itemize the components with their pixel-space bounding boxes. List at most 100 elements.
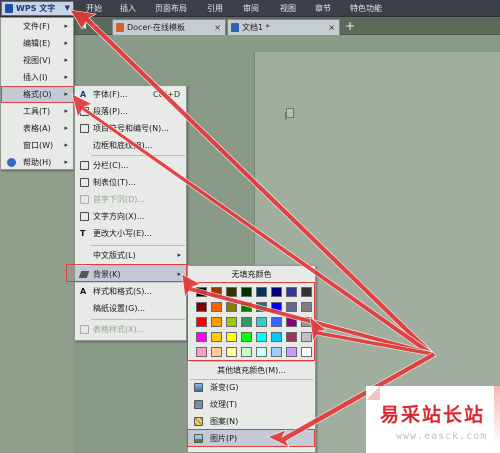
- menu-item-label: 样式和格式(S)...: [93, 287, 152, 296]
- watermark-side-bar: [494, 386, 500, 446]
- watermark-corner-fold: [366, 386, 380, 400]
- paste-options-icon[interactable]: [286, 108, 294, 118]
- tab-home[interactable]: 开始: [86, 0, 102, 17]
- menu-separator: [91, 319, 185, 320]
- menu-item-label: 表格样式(X)...: [93, 325, 145, 334]
- menu-item-label: 视图(V): [23, 56, 51, 65]
- styles-icon: A: [80, 287, 87, 296]
- menu-item-text-direction[interactable]: 文字方向(X)...: [75, 208, 186, 225]
- submenu-arrow-icon: ▸: [64, 39, 68, 47]
- menu-item-label: 更改大小写(E)...: [93, 229, 152, 238]
- menu-separator: [91, 155, 185, 156]
- menu-item-manuscript-settings[interactable]: 稿纸设置(G)...: [75, 300, 186, 317]
- menu-item-drop-cap: 首字下沉(D)...: [75, 191, 186, 208]
- document-tab-strip: ◀ ▶ Docer-在线模板 × 文档1 * × +: [74, 17, 500, 35]
- drop-cap-icon: [80, 195, 89, 204]
- tab-document1[interactable]: 文档1 * ×: [227, 19, 340, 35]
- menu-item-insert[interactable]: 插入(I) ▸: [1, 69, 73, 86]
- tab-insert[interactable]: 插入: [120, 0, 136, 17]
- shortcut-label: Ctrl+D: [153, 90, 181, 99]
- menu-item-edit[interactable]: 编辑(E) ▸: [1, 35, 73, 52]
- new-tab-button[interactable]: +: [345, 18, 355, 34]
- menu-item-view[interactable]: 视图(V) ▸: [1, 52, 73, 69]
- tab-label: 文档1 *: [242, 23, 270, 32]
- menu-item-table[interactable]: 表格(A) ▸: [1, 120, 73, 137]
- text-direction-icon: [80, 212, 89, 221]
- tab-label: Docer-在线模板: [127, 23, 186, 32]
- menu-item-pattern[interactable]: 图案(N): [188, 413, 315, 430]
- menu-item-columns[interactable]: 分栏(C)...: [75, 157, 186, 174]
- submenu-arrow-icon: ▸: [177, 251, 181, 259]
- close-icon[interactable]: ×: [328, 20, 335, 35]
- menu-item-label: 帮助(H): [23, 158, 52, 167]
- font-icon: A: [80, 90, 87, 99]
- menu-item-font[interactable]: A 字体(F)... Ctrl+D: [75, 86, 186, 103]
- menu-item-file[interactable]: 文件(F) ▸: [1, 18, 73, 35]
- tab-review[interactable]: 审阅: [243, 0, 259, 17]
- picture-highlight-box: [187, 429, 315, 447]
- watermark-url: www.easck.com: [396, 431, 488, 442]
- submenu-arrow-icon: ▸: [64, 158, 68, 166]
- menu-item-styles-formatting[interactable]: A 样式和格式(S)...: [75, 283, 186, 300]
- menu-item-gradient[interactable]: 渐变(G): [188, 379, 315, 396]
- menu-item-bullets-numbering[interactable]: 项目符号和编号(N)...: [75, 120, 186, 137]
- menu-item-label: 表格(A): [23, 124, 51, 133]
- menu-item-label: 制表位(T)...: [93, 178, 136, 187]
- menu-item-borders-shading[interactable]: 边框和底纹(B)...: [75, 137, 186, 154]
- tab-page-layout[interactable]: 页面布局: [155, 0, 187, 17]
- tab-references[interactable]: 引用: [207, 0, 223, 17]
- menu-item-label: 首字下沉(D)...: [93, 195, 146, 204]
- more-fill-colors-option[interactable]: 其他填充颜色(M)...: [188, 362, 315, 379]
- menu-item-window[interactable]: 窗口(W) ▸: [1, 137, 73, 154]
- menu-item-label: 窗口(W): [23, 141, 54, 150]
- gradient-icon: [194, 383, 203, 392]
- menu-item-label: 字体(F)...: [93, 90, 128, 99]
- submenu-arrow-icon: ▸: [64, 107, 68, 115]
- submenu-arrow-icon: ▸: [64, 141, 68, 149]
- menu-item-change-case[interactable]: T 更改大小写(E)...: [75, 225, 186, 242]
- menu-item-label: 插入(I): [23, 73, 48, 82]
- menu-item-label: 中文版式(L): [93, 251, 136, 260]
- menu-item-asian-layout[interactable]: 中文版式(L) ▸: [75, 247, 186, 264]
- format-submenu: A 字体(F)... Ctrl+D 段落(P)... 项目符号和编号(N)...…: [74, 85, 187, 341]
- format-highlight-box: [1, 86, 74, 103]
- tab-special-features[interactable]: 特色功能: [350, 0, 382, 17]
- tab-stop-icon: [80, 178, 89, 187]
- tab-chapter[interactable]: 章节: [315, 0, 331, 17]
- app-menu-label: WPS 文字: [16, 4, 56, 13]
- menu-item-texture[interactable]: 纹理(T): [188, 396, 315, 413]
- columns-icon: [80, 161, 89, 170]
- menu-item-tools[interactable]: 工具(T) ▸: [1, 103, 73, 120]
- menu-item-table-styles: 表格样式(X)...: [75, 321, 186, 338]
- menu-item-label: 稿纸设置(G)...: [93, 304, 146, 313]
- document-icon: [231, 23, 239, 32]
- docer-icon: [116, 23, 124, 32]
- help-icon: [7, 158, 16, 167]
- submenu-arrow-icon: ▸: [64, 73, 68, 81]
- paragraph-icon: [80, 107, 89, 116]
- background-highlight-box: [66, 264, 187, 282]
- menu-item-help[interactable]: 帮助(H) ▸: [1, 154, 73, 171]
- close-icon[interactable]: ×: [214, 20, 221, 35]
- menu-item-label: 渐变(G): [210, 383, 239, 392]
- watermark-title: 易采站长站: [380, 404, 486, 426]
- wps-logo-icon: [5, 4, 13, 13]
- menu-bar: WPS 文字 ▼ 开始 插入 页面布局 引用 审阅 视图 章节 特色功能: [0, 0, 500, 17]
- wps-app-menu-button[interactable]: WPS 文字 ▼: [1, 1, 74, 16]
- tab-view[interactable]: 视图: [280, 0, 296, 17]
- menu-item-label: 工具(T): [23, 107, 51, 116]
- tab-scroll-left-icon[interactable]: ◀: [78, 20, 88, 32]
- bullet-list-icon: [80, 124, 89, 133]
- tab-scroll-right-icon[interactable]: ▶: [90, 20, 100, 32]
- menu-item-label: 纹理(T): [210, 400, 238, 409]
- menu-item-tabs[interactable]: 制表位(T)...: [75, 174, 186, 191]
- pattern-icon: [194, 417, 203, 426]
- no-fill-color-option[interactable]: 无填充颜色: [188, 266, 315, 283]
- change-case-icon: T: [80, 229, 86, 238]
- menu-item-paragraph[interactable]: 段落(P)...: [75, 103, 186, 120]
- main-menu: 文件(F) ▸ 编辑(E) ▸ 视图(V) ▸ 插入(I) ▸ 格式(O) ▸ …: [0, 17, 74, 170]
- menu-item-label: 边框和底纹(B)...: [93, 141, 153, 150]
- palette-highlight-box: [187, 282, 315, 361]
- tab-docer-templates[interactable]: Docer-在线模板 ×: [112, 19, 226, 35]
- menu-item-label: 分栏(C)...: [93, 161, 129, 170]
